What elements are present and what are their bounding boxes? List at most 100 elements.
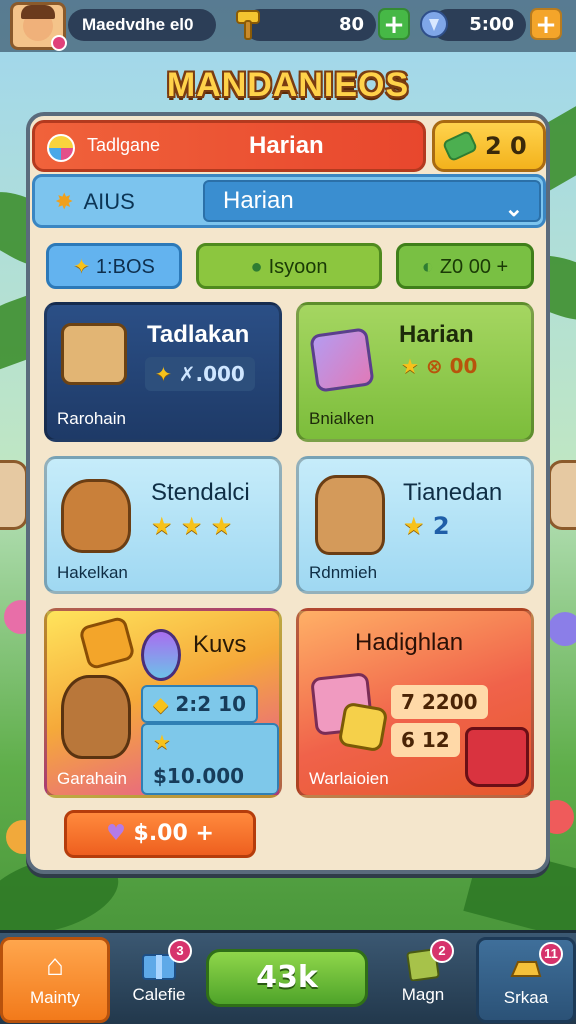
nav-cards-badge: 3 [168, 939, 192, 963]
player-avatar[interactable] [10, 2, 67, 51]
card-title: Hadighlan [355, 629, 464, 656]
right-arrow-button[interactable] [548, 460, 576, 530]
star-icon: ★ [403, 512, 425, 540]
chip-bonus-label: 1:BOS [95, 256, 155, 278]
purchase-button[interactable]: ♥ $.00 + [64, 810, 256, 858]
card-stendalci[interactable]: Stendalci ★ ★ ★ Hakelkan [44, 456, 282, 594]
chevron-down-icon: ⌄ [504, 196, 523, 221]
cash-icon [441, 129, 479, 163]
nav-center-counter[interactable]: 43k [206, 949, 368, 1007]
card-value-secondary: ★ $10.000 [141, 723, 279, 795]
nav-magic-badge: 2 [430, 939, 454, 963]
card-title: Stendalci [151, 479, 250, 506]
star-icon: ★ [401, 354, 419, 378]
left-arrow-button[interactable] [0, 460, 28, 530]
card-subtitle: Rarohain [57, 409, 126, 428]
card-title: Kuvs [193, 631, 247, 658]
purchase-button-label: $.00 + [133, 821, 214, 846]
card-kuvs[interactable]: Kuvs ◆ 2:2 10 ★ $10.000 Garahain [44, 608, 282, 798]
card-subtitle: Warlaioien [309, 769, 389, 788]
card-value-text: ✗.000 [178, 362, 245, 386]
nav-magic-label: Magn [401, 985, 445, 1004]
header-bar: Tadlgane Harian [32, 120, 426, 172]
header-label: Tadlgane [87, 135, 161, 155]
main-panel: Tadlgane Harian 2 0 ✸ AIUS Harian ⌄ ✦ 1:BO… [26, 112, 550, 874]
hammer-icon [230, 4, 266, 44]
add-gems-button[interactable]: + [530, 8, 562, 40]
nav-shop-label: Srkaa [503, 988, 549, 1007]
star-icon: ✦ [73, 256, 90, 278]
nav-shop-badge: 11 [539, 942, 563, 966]
gold-badge[interactable]: 2 0 [432, 120, 546, 172]
card-rating: ★ ★ ★ [141, 509, 242, 543]
nav-cards[interactable]: 3 Calefie [104, 937, 214, 1023]
card-value-primary: 7 2200 [391, 685, 488, 719]
screen-title: MANDANIEOS [166, 66, 410, 104]
filter-select[interactable]: Harian ⌄ [203, 180, 541, 222]
nav-shop[interactable]: 11 Srkaa [476, 937, 576, 1023]
card-hadighlan[interactable]: Hadighlan 7 2200 6 12 Warlaioien [296, 608, 534, 798]
bottom-nav: ⌂ Mainty 3 Calefie 43k 2 Magn 11 Srkaa [0, 930, 576, 1024]
player-name: Maedvdhe el0 [68, 9, 216, 41]
card-subtitle: Rdnmieh [309, 563, 378, 582]
card-rating: ★ ⊗ 00 [391, 349, 487, 383]
top-hud: Maedvdhe el0 80 + 5:00 + [0, 0, 576, 52]
card-value-text-2: $10.000 [153, 764, 245, 788]
cube-icon [309, 327, 375, 393]
spark-icon: ✸ [55, 189, 74, 214]
card-value-text: 2 [432, 512, 450, 540]
fox-character-icon [61, 479, 131, 553]
card-subtitle: Hakelkan [57, 563, 128, 582]
heart-icon: ♥ [106, 821, 126, 846]
chip-layoon-label: Isyoon [268, 256, 328, 278]
nav-home[interactable]: ⌂ Mainty [0, 937, 110, 1023]
gem-icon [416, 4, 452, 44]
wheel-icon [47, 134, 75, 162]
gold-value: 2 0 [485, 132, 527, 160]
chip-layoon[interactable]: ● Isyoon [196, 243, 382, 289]
king-character-icon [61, 675, 131, 759]
ticket-small-icon: ◆ [153, 692, 169, 716]
card-title: Harian [399, 321, 474, 348]
gems-value: 5:00 [469, 14, 514, 35]
filter-label-group: ✸ AIUS [55, 189, 135, 215]
card-tianedan[interactable]: Tianedan ★ 2 Rdnmieh [296, 456, 534, 594]
nav-magic[interactable]: 2 Magn [368, 937, 478, 1023]
bear-character-icon [315, 475, 385, 555]
nav-cards-label: Calefie [132, 985, 186, 1004]
avatar-face-icon [21, 5, 55, 41]
toast-box-icon [61, 323, 127, 385]
paint-bucket-icon [465, 727, 529, 787]
card-value-text-2: 6 12 [401, 728, 450, 752]
egg-icon [141, 629, 181, 681]
leaf-icon: ◐ [421, 256, 434, 278]
card-title: Tadlakan [147, 321, 250, 348]
chip-coins-label: Z0 00 + [439, 256, 509, 278]
egg-icon: ● [250, 256, 263, 278]
card-rating: ★ 2 [393, 509, 460, 543]
star-icon: ★ [153, 730, 171, 754]
card-value-primary: ◆ 2:2 10 [141, 685, 258, 723]
card-title: Tianedan [403, 479, 503, 506]
card-value-secondary: 6 12 [391, 723, 460, 757]
header-title: Harian [249, 132, 324, 159]
ticket-icon [78, 615, 136, 671]
card-harian[interactable]: Harian ★ ⊗ 00 Bnialken [296, 302, 534, 442]
card-tadlakan[interactable]: Tadlakan ✦ ✗.000 Rarohain [44, 302, 282, 442]
star-icon: ★ ★ ★ [151, 512, 233, 540]
chip-coins[interactable]: ◐ Z0 00 + [396, 243, 534, 289]
card-value-text: ⊗ 00 [425, 354, 478, 378]
card-subtitle: Garahain [57, 769, 127, 788]
card-subtitle: Bnialken [309, 409, 375, 428]
card-value-text: 2:2 10 [175, 692, 246, 716]
coins-value: 80 [338, 14, 364, 35]
card-value: ✦ ✗.000 [145, 357, 255, 391]
add-coins-button[interactable]: + [378, 8, 410, 40]
filter-dropdown[interactable]: ✸ AIUS Harian ⌄ [32, 174, 546, 228]
puzzle-icon [337, 701, 389, 753]
nav-home-label: Mainty [29, 988, 81, 1007]
star-icon: ✦ [155, 362, 172, 386]
card-value-text: 7 2200 [401, 690, 478, 714]
chip-bonus[interactable]: ✦ 1:BOS [46, 243, 182, 289]
filter-selected-value: Harian [223, 187, 294, 214]
